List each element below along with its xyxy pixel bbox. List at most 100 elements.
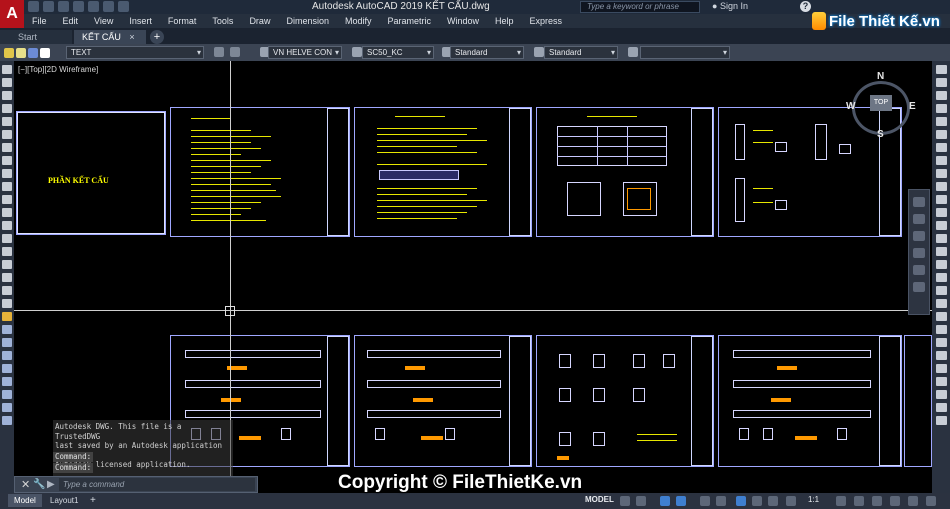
new-file-icon[interactable] <box>28 1 39 12</box>
copy-icon[interactable] <box>2 338 12 347</box>
menu-window[interactable]: Window <box>439 14 487 28</box>
table-icon[interactable] <box>2 286 12 295</box>
arc-icon[interactable] <box>2 130 12 139</box>
dim-linear-icon[interactable] <box>935 273 947 282</box>
make-current-icon[interactable] <box>214 47 224 57</box>
redo-icon[interactable] <box>118 1 129 12</box>
tab-ket-cau[interactable]: KẾT CẤU × <box>74 30 146 44</box>
gradient-icon[interactable] <box>2 260 12 269</box>
stretch-icon[interactable] <box>2 416 12 425</box>
dim-arc-icon[interactable] <box>935 299 947 308</box>
menu-tools[interactable]: Tools <box>204 14 241 28</box>
autocad-logo-icon[interactable]: A <box>0 0 24 28</box>
pan-icon[interactable] <box>913 214 925 224</box>
menu-help[interactable]: Help <box>487 14 522 28</box>
compass-south[interactable]: S <box>877 129 884 140</box>
menu-edit[interactable]: Edit <box>55 14 87 28</box>
hardware-acceleration-icon[interactable] <box>908 496 918 506</box>
open-file-icon[interactable] <box>43 1 54 12</box>
join-icon[interactable] <box>935 221 947 230</box>
polyline-icon[interactable] <box>2 91 12 100</box>
workspace-gear-icon[interactable] <box>836 496 846 506</box>
quick-dim-icon[interactable] <box>935 351 947 360</box>
save-icon[interactable] <box>58 1 69 12</box>
center-mark-icon[interactable] <box>935 403 947 412</box>
help-icon[interactable]: ? <box>800 1 811 12</box>
lock-icon[interactable] <box>28 47 38 58</box>
snap-icon[interactable] <box>636 496 646 506</box>
trim-icon[interactable] <box>935 182 947 191</box>
isolate-objects-icon[interactable] <box>890 496 900 506</box>
showmotion-icon[interactable] <box>913 265 925 275</box>
rectangle-icon[interactable] <box>2 117 12 126</box>
compass-east[interactable]: E <box>909 101 916 112</box>
grid-icon[interactable] <box>620 496 630 506</box>
mirror-icon[interactable] <box>2 351 12 360</box>
line-icon[interactable] <box>2 65 12 74</box>
save-as-icon[interactable] <box>73 1 84 12</box>
layer-state-icon[interactable] <box>4 47 14 58</box>
undo-icon[interactable] <box>103 1 114 12</box>
rotate-icon[interactable] <box>2 390 12 399</box>
circle-icon[interactable] <box>2 143 12 152</box>
erase-icon[interactable] <box>2 325 12 334</box>
pencil-icon[interactable] <box>2 312 12 321</box>
scale-icon[interactable] <box>2 403 12 412</box>
transparency-icon[interactable] <box>768 496 778 506</box>
polar-icon[interactable] <box>676 496 686 506</box>
command-history-icon[interactable]: ▶ <box>47 479 59 490</box>
stretch-object-icon[interactable] <box>935 169 947 178</box>
erase-icon[interactable] <box>935 65 947 74</box>
sun-icon[interactable] <box>16 47 26 58</box>
insert-block-icon[interactable] <box>2 208 12 217</box>
dim-angular-icon[interactable] <box>935 338 947 347</box>
revision-cloud-icon[interactable] <box>2 156 12 165</box>
color-control-field[interactable] <box>640 46 730 59</box>
color-control-icon[interactable] <box>628 47 638 57</box>
array-icon[interactable] <box>935 117 947 126</box>
customize-icon[interactable]: 🔧 <box>33 479 47 490</box>
tab-layout1[interactable]: Layout1 <box>44 494 84 507</box>
chamfer-icon[interactable] <box>935 234 947 243</box>
hatch-icon[interactable] <box>2 247 12 256</box>
move-object-icon[interactable] <box>935 130 947 139</box>
layer-dropdown[interactable]: TEXT <box>66 46 204 59</box>
isodraft-icon[interactable] <box>700 496 710 506</box>
lineweight-icon[interactable] <box>752 496 762 506</box>
offset-object-icon[interactable] <box>935 104 947 113</box>
object-snap-icon[interactable] <box>736 496 746 506</box>
tolerance-icon[interactable] <box>935 390 947 399</box>
menu-express[interactable]: Express <box>522 14 571 28</box>
make-block-icon[interactable] <box>2 221 12 230</box>
menu-view[interactable]: View <box>86 14 121 28</box>
steering-wheel-icon[interactable] <box>913 197 925 207</box>
multileader-style-dropdown[interactable]: Standard <box>544 46 618 59</box>
annotation-scale-dropdown[interactable]: 1:1 <box>808 495 819 504</box>
add-layout-icon[interactable]: + <box>84 494 102 507</box>
point-icon[interactable] <box>2 234 12 243</box>
compass-north[interactable]: N <box>877 71 884 82</box>
break-icon[interactable] <box>935 208 947 217</box>
navbar-menu-icon[interactable] <box>913 282 925 292</box>
model-space-button[interactable]: MODEL <box>585 495 614 504</box>
explode-icon[interactable] <box>935 260 947 269</box>
tab-model[interactable]: Model <box>8 494 42 507</box>
dim-radius-icon[interactable] <box>935 312 947 321</box>
ellipse-icon[interactable] <box>2 182 12 191</box>
layer-color-icon[interactable] <box>40 47 50 58</box>
offset-icon[interactable] <box>2 364 12 373</box>
orbit-icon[interactable] <box>913 248 925 258</box>
new-tab-button[interactable]: + <box>150 30 164 44</box>
menu-parametric[interactable]: Parametric <box>380 14 440 28</box>
dim-edit-icon[interactable] <box>935 416 947 425</box>
extend-icon[interactable] <box>935 195 947 204</box>
command-input[interactable]: Type a command <box>59 478 255 491</box>
table-style-dropdown[interactable]: Standard <box>450 46 524 59</box>
annotation-monitor-icon[interactable] <box>854 496 864 506</box>
ortho-icon[interactable] <box>660 496 670 506</box>
menu-insert[interactable]: Insert <box>121 14 160 28</box>
units-icon[interactable] <box>872 496 882 506</box>
tab-start[interactable]: Start <box>0 30 72 44</box>
rotate-object-icon[interactable] <box>935 143 947 152</box>
dim-diameter-icon[interactable] <box>935 325 947 334</box>
